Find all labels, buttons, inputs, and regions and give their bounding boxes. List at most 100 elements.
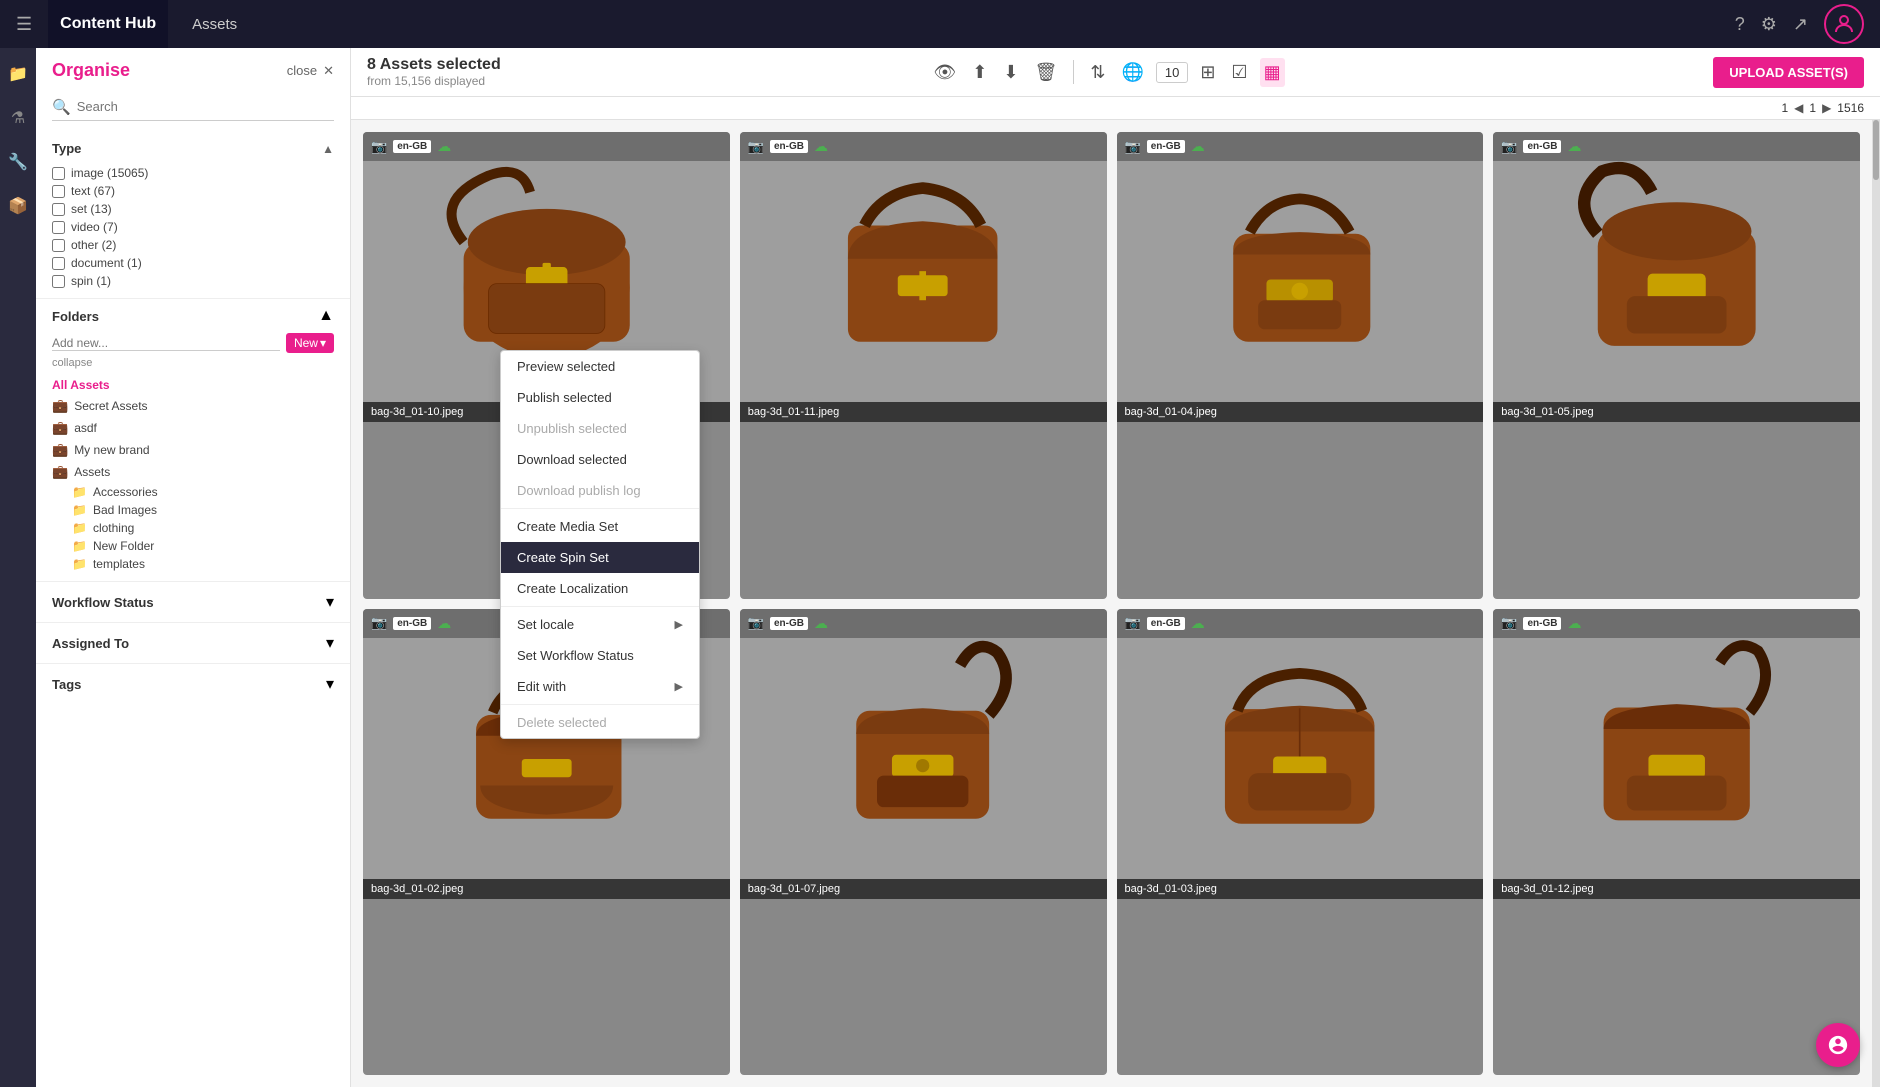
- upload-assets-button[interactable]: UPLOAD ASSET(S): [1713, 57, 1864, 88]
- filter-item-video[interactable]: video (7): [52, 218, 334, 236]
- workflow-status-section[interactable]: Workflow Status ▾: [36, 581, 350, 622]
- context-download-log[interactable]: Download publish log: [501, 475, 699, 506]
- close-button[interactable]: close ✕: [287, 63, 334, 79]
- filter-icon[interactable]: ⚗: [4, 104, 32, 132]
- type-filter-header[interactable]: Type ▲: [52, 141, 334, 156]
- subfolder-templates[interactable]: 📁 templates: [52, 555, 334, 573]
- close-label: close: [287, 63, 317, 78]
- filter-item-image[interactable]: image (15065): [52, 164, 334, 182]
- card-header-5: 📷 en-GB ☁: [740, 609, 1107, 638]
- context-create-spin-set[interactable]: Create Spin Set: [501, 542, 699, 573]
- sort-btn[interactable]: ⇅: [1086, 58, 1109, 87]
- subfolder-clothing[interactable]: 📁 clothing: [52, 519, 334, 537]
- filter-checkbox-image[interactable]: [52, 167, 65, 180]
- download-btn[interactable]: ⬇: [999, 58, 1022, 87]
- asset-card-5[interactable]: 📷 en-GB ☁: [740, 609, 1107, 1076]
- asset-card-7[interactable]: 📷 en-GB ☁ bag-3d: [1493, 609, 1860, 1076]
- context-set-locale[interactable]: Set locale ▶: [501, 609, 699, 640]
- page-current: 1: [1809, 101, 1816, 115]
- locale-badge-2: en-GB: [1147, 140, 1185, 153]
- card-header-7: 📷 en-GB ☁: [1493, 609, 1860, 638]
- help-icon[interactable]: ?: [1735, 14, 1745, 35]
- set-locale-arrow-icon: ▶: [675, 618, 683, 631]
- page-next-btn[interactable]: ▶: [1822, 101, 1831, 115]
- menu-icon[interactable]: ☰: [16, 14, 32, 35]
- folders-header[interactable]: Folders ▲: [52, 307, 334, 325]
- context-set-workflow[interactable]: Set Workflow Status: [501, 640, 699, 671]
- unpublish-label: Unpublish selected: [517, 421, 627, 436]
- search-input[interactable]: [71, 97, 334, 116]
- avatar-button[interactable]: [1824, 4, 1864, 44]
- filter-checkbox-spin[interactable]: [52, 275, 65, 288]
- grid-scrollbar[interactable]: [1872, 120, 1880, 1087]
- asset-card-1[interactable]: 📷 en-GB ☁ bag-3d: [740, 132, 1107, 599]
- folder-secret-assets[interactable]: 💼 Secret Assets: [52, 395, 334, 417]
- asset-label-5: bag-3d_01-07.jpeg: [740, 879, 1107, 899]
- filter-item-set[interactable]: set (13): [52, 200, 334, 218]
- camera-icon-6: 📷: [1125, 615, 1141, 631]
- folder-brand-label: My new brand: [74, 443, 149, 457]
- sidebar: Organise close ✕ 🔍 Type ▲ image (15065): [36, 48, 351, 1087]
- context-publish-selected[interactable]: Publish selected: [501, 382, 699, 413]
- tags-section[interactable]: Tags ▾: [36, 663, 350, 704]
- filter-item-other[interactable]: other (2): [52, 236, 334, 254]
- context-preview-selected[interactable]: Preview selected: [501, 351, 699, 382]
- settings-icon[interactable]: ⚙: [1761, 14, 1777, 35]
- asset-card-6[interactable]: 📷 en-GB ☁: [1117, 609, 1484, 1076]
- delete-btn[interactable]: 🗑: [1030, 58, 1061, 87]
- filter-item-text[interactable]: text (67): [52, 182, 334, 200]
- locale-btn[interactable]: 🌐: [1117, 58, 1147, 87]
- tools-icon[interactable]: 🔧: [4, 148, 32, 176]
- locale-badge-7: en-GB: [1523, 617, 1561, 630]
- subfolder-bad-images[interactable]: 📁 Bad Images: [52, 501, 334, 519]
- asset-card-2[interactable]: 📷 en-GB ☁: [1117, 132, 1484, 599]
- context-delete-selected[interactable]: Delete selected: [501, 707, 699, 738]
- filter-checkbox-video[interactable]: [52, 221, 65, 234]
- camera-icon-4: 📷: [371, 615, 387, 631]
- more-options-btn[interactable]: ▦: [1260, 58, 1285, 87]
- files-icon[interactable]: 📁: [4, 60, 32, 88]
- context-menu: Preview selected Publish selected Unpubl…: [500, 350, 700, 739]
- grid-view-btn[interactable]: ⊞: [1196, 58, 1219, 87]
- select-all-btn[interactable]: ☑: [1227, 58, 1251, 87]
- subfolder-new-folder[interactable]: 📁 New Folder: [52, 537, 334, 555]
- scrollbar-thumb[interactable]: [1873, 120, 1879, 180]
- asset-card-3[interactable]: 📷 en-GB ☁ bag-3d: [1493, 132, 1860, 599]
- folder-assets[interactable]: 💼 Assets: [52, 461, 334, 483]
- upload-cloud-btn[interactable]: ⬆: [968, 58, 991, 87]
- assigned-to-section[interactable]: Assigned To ▾: [36, 622, 350, 663]
- context-create-media-set[interactable]: Create Media Set: [501, 511, 699, 542]
- context-unpublish-selected[interactable]: Unpublish selected: [501, 413, 699, 444]
- asset-image-3: [1493, 132, 1860, 402]
- localization-label: Create Localization: [517, 581, 628, 596]
- card-header-1: 📷 en-GB ☁: [740, 132, 1107, 161]
- context-create-localization[interactable]: Create Localization: [501, 573, 699, 604]
- tags-header: Tags ▾: [52, 674, 334, 694]
- subfolder-new-folder-label: New Folder: [93, 539, 154, 553]
- locale-badge-6: en-GB: [1147, 617, 1185, 630]
- page-prev-btn[interactable]: ◀: [1794, 101, 1803, 115]
- filter-checkbox-document[interactable]: [52, 257, 65, 270]
- filter-item-spin[interactable]: spin (1): [52, 272, 334, 290]
- collapse-link[interactable]: collapse: [52, 357, 334, 369]
- folder-asdf[interactable]: 💼 asdf: [52, 417, 334, 439]
- folder-all-assets[interactable]: All Assets: [52, 375, 334, 395]
- add-folder-input[interactable]: [52, 336, 280, 351]
- type-filter-section: Type ▲ image (15065) text (67) set (13) …: [36, 133, 350, 298]
- chat-button[interactable]: [1816, 1023, 1860, 1067]
- export-icon[interactable]: ↗: [1793, 14, 1808, 35]
- asset-image-7: [1493, 609, 1860, 879]
- new-folder-button[interactable]: New ▾: [286, 333, 334, 353]
- filter-checkbox-text[interactable]: [52, 185, 65, 198]
- filter-item-document[interactable]: document (1): [52, 254, 334, 272]
- context-download-selected[interactable]: Download selected: [501, 444, 699, 475]
- context-edit-with[interactable]: Edit with ▶: [501, 671, 699, 702]
- page-size-button[interactable]: 10: [1156, 62, 1188, 83]
- folder-my-new-brand[interactable]: 💼 My new brand: [52, 439, 334, 461]
- filter-checkbox-set[interactable]: [52, 203, 65, 216]
- separator-c: [501, 704, 699, 705]
- preview-icon-btn[interactable]: 👁: [929, 58, 960, 87]
- subfolder-accessories[interactable]: 📁 Accessories: [52, 483, 334, 501]
- box-icon[interactable]: 📦: [4, 192, 32, 220]
- filter-checkbox-other[interactable]: [52, 239, 65, 252]
